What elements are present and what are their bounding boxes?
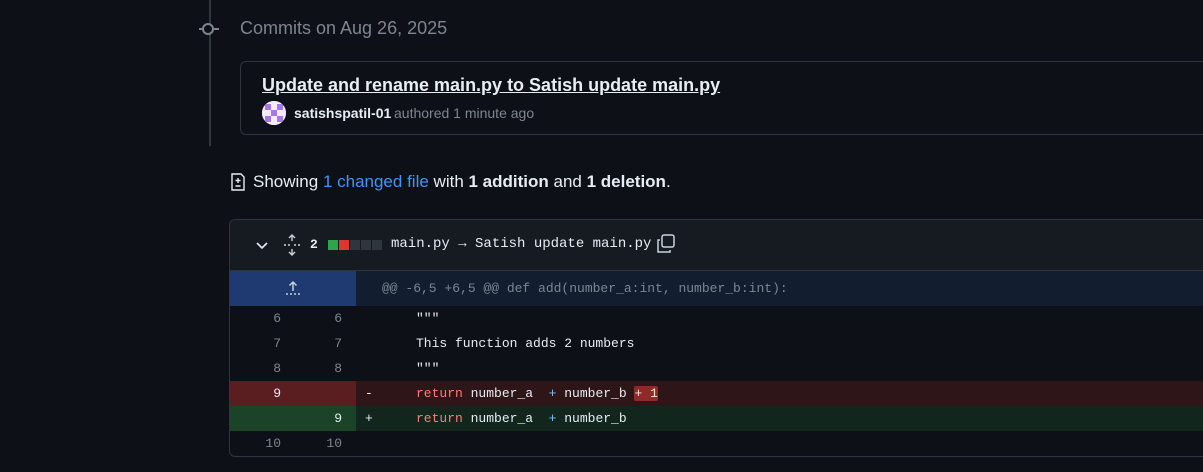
old-line-number[interactable]: 7 <box>251 336 281 351</box>
commit-title-link[interactable]: Update and rename main.py to Satish upda… <box>262 75 720 96</box>
diffstat-block <box>361 240 371 250</box>
diffstat-block <box>328 240 338 250</box>
diffstat-block <box>372 240 382 250</box>
removed-highlight: + 1 <box>634 386 658 401</box>
expand-up-button[interactable] <box>230 271 356 306</box>
deletion-sign: - <box>365 386 373 401</box>
new-line-number[interactable]: 9 <box>312 411 342 426</box>
changed-files-link[interactable]: 1 changed file <box>323 172 429 192</box>
deletions-count: 1 deletion <box>586 172 666 191</box>
diffstat-bar <box>328 240 382 250</box>
deleted-line: 9 - return number_a + number_b + 1 <box>230 381 1203 406</box>
expand-all-icon[interactable] <box>282 234 302 256</box>
code-fragment: number_b <box>556 411 627 426</box>
diffstat-block <box>350 240 360 250</box>
code-fragment: number_b <box>556 386 635 401</box>
keyword-return: return <box>416 411 463 426</box>
summary-with: with <box>428 172 469 191</box>
file-diff-header: 2 main.py → Satish update main.py <box>230 220 1203 271</box>
author-avatar[interactable] <box>262 101 286 125</box>
expand-up-icon <box>286 280 300 295</box>
new-line-number[interactable]: 6 <box>312 311 342 326</box>
code-fragment: number_a <box>462 386 549 401</box>
new-line-number[interactable]: 7 <box>312 336 342 351</box>
file-diff: 2 main.py → Satish update main.py @@ -6,… <box>229 219 1203 457</box>
code-text: return number_a + number_b + 1 <box>416 386 658 401</box>
code-text: return number_a + number_b <box>416 411 627 426</box>
diff-summary: Showing 1 changed file with 1 addition a… <box>230 172 671 192</box>
commit-card: Update and rename main.py to Satish upda… <box>240 61 1203 135</box>
change-count: 2 <box>310 237 318 252</box>
summary-period: . <box>665 172 671 191</box>
code-text: """ <box>416 311 440 326</box>
authored-timestamp: authored 1 minute ago <box>394 105 535 121</box>
new-line-number[interactable]: 8 <box>312 361 342 376</box>
code-text: """ <box>416 361 440 376</box>
old-line-number[interactable]: 9 <box>251 386 281 401</box>
code-text: This function adds 2 numbers <box>416 336 635 351</box>
author-link[interactable]: satishspatil-01 <box>294 105 391 121</box>
file-diff-icon <box>231 173 245 191</box>
diff-line: 6 6 """ <box>230 306 1203 331</box>
old-line-number[interactable]: 10 <box>251 436 281 451</box>
additions-count: 1 addition <box>468 172 549 191</box>
hunk-header-row: @@ -6,5 +6,5 @@ def add(number_a:int, nu… <box>230 271 1203 306</box>
commits-date-heading: Commits on Aug 26, 2025 <box>240 18 448 38</box>
copy-icon[interactable] <box>656 234 676 254</box>
commit-node-icon <box>202 23 214 35</box>
diff-line: 10 10 <box>230 431 1203 456</box>
added-line: 9 + return number_a + number_b <box>230 406 1203 431</box>
code-fragment: number_a <box>462 411 549 426</box>
old-line-number[interactable]: 8 <box>251 361 281 376</box>
deletion-gutter <box>230 381 356 406</box>
file-rename-label[interactable]: main.py → Satish update main.py <box>391 236 651 252</box>
addition-sign: + <box>365 411 373 426</box>
keyword-return: return <box>416 386 463 401</box>
diff-line: 7 7 This function adds 2 numbers <box>230 331 1203 356</box>
hunk-header-text: @@ -6,5 +6,5 @@ def add(number_a:int, nu… <box>382 281 788 296</box>
commit-timeline-line <box>209 0 211 146</box>
diff-line: 8 8 """ <box>230 356 1203 381</box>
old-line-number[interactable]: 6 <box>251 311 281 326</box>
chevron-down-icon[interactable] <box>254 237 270 253</box>
new-line-number[interactable]: 10 <box>312 436 342 451</box>
summary-and: and <box>548 172 587 191</box>
diffstat-block <box>339 240 349 250</box>
summary-showing: Showing <box>253 172 323 191</box>
